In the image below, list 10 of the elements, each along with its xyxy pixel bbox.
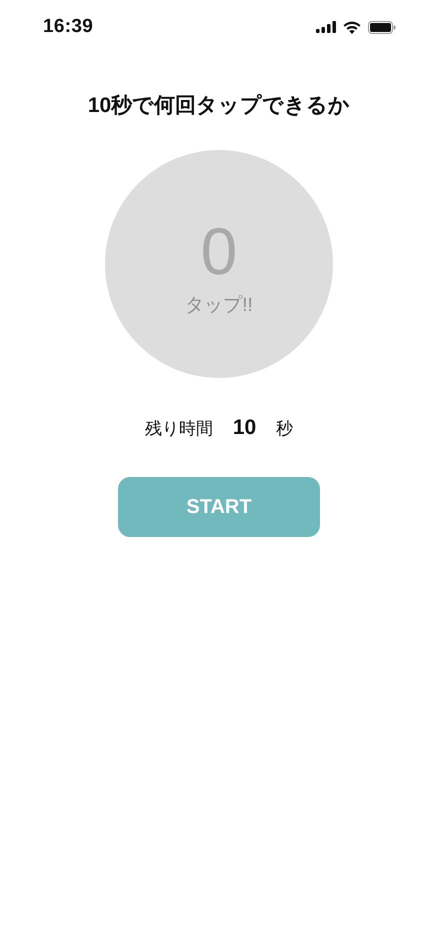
battery-icon: [368, 20, 396, 34]
wifi-icon: [343, 20, 361, 34]
tap-label: タップ!!: [185, 294, 253, 318]
signal-icon: [316, 21, 336, 33]
page-title: 10秒で何回タップできるか: [88, 92, 350, 119]
timer-unit: 秒: [276, 418, 294, 440]
status-time: 16:39: [43, 16, 94, 38]
timer-label: 残り時間: [144, 418, 213, 440]
timer-value: 10: [232, 416, 256, 440]
start-button[interactable]: START: [118, 477, 320, 537]
